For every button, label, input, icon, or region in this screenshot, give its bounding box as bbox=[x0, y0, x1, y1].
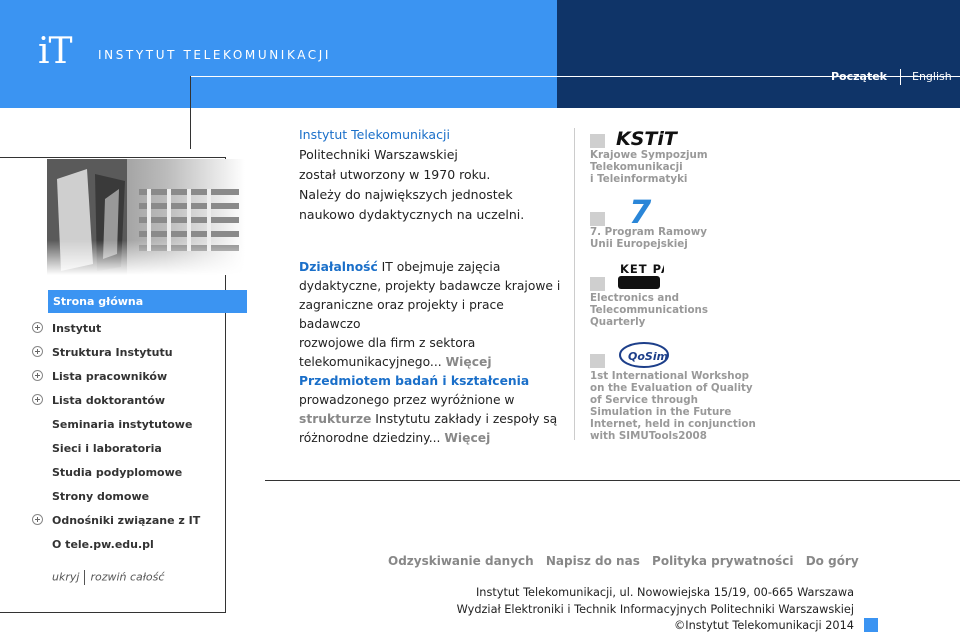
footer-link-contact[interactable]: Napisz do nas bbox=[546, 554, 640, 568]
sidebar-item-pracownicy[interactable]: Lista pracowników bbox=[52, 370, 167, 384]
sidebar-item-sieci[interactable]: Sieci i laboratoria bbox=[52, 442, 162, 456]
intro-text: Instytut Telekomunikacji Politechniki Wa… bbox=[299, 125, 569, 225]
ketpan-logo-text: KET PAN bbox=[620, 262, 664, 276]
footer-faculty: Wydział Elektroniki i Technik Informacyj… bbox=[456, 603, 854, 616]
rail-line: Simulation in the Future bbox=[590, 406, 732, 418]
rail-item-qosim[interactable]: 1st International Workshop on the Evalua… bbox=[590, 370, 756, 442]
research-section: Przedmiotem badań i kształcenia prowadzo… bbox=[299, 372, 564, 448]
footer-accent-square bbox=[864, 618, 878, 632]
research-heading-link[interactable]: Przedmiotem badań i kształcenia bbox=[299, 372, 564, 391]
expand-plus-icon[interactable] bbox=[32, 346, 43, 357]
rail-line: on the Evaluation of Quality bbox=[590, 382, 753, 394]
sidebar-item-doktoranci[interactable]: Lista doktorantów bbox=[52, 394, 165, 408]
rail-line: Krajowe Sympozjum bbox=[590, 149, 708, 161]
research-text: różnorodne dziedziny... bbox=[299, 431, 441, 445]
footer-divider bbox=[265, 480, 960, 481]
research-text: Instytutu zakłady i zespoły są bbox=[371, 412, 558, 426]
footer-address: Instytut Telekomunikacji, ul. Nowowiejsk… bbox=[475, 586, 854, 599]
nav-english-link[interactable]: English bbox=[912, 69, 952, 85]
bullet-square-icon bbox=[590, 354, 605, 368]
rail-line: Electronics and bbox=[590, 292, 680, 304]
nav-separator bbox=[900, 69, 901, 85]
structure-link[interactable]: strukturze bbox=[299, 412, 371, 426]
activity-text: rozwojowe dla firm z sektora bbox=[299, 336, 476, 350]
building-photo bbox=[47, 159, 245, 275]
qosim-logo-text: QoSim bbox=[628, 350, 668, 363]
activity-text: IT obejmuje zajęcia bbox=[377, 260, 501, 274]
bullet-square-icon bbox=[590, 277, 605, 291]
sidebar: Strona główna Instytut Struktura Instytu… bbox=[0, 157, 247, 613]
ketpan-logo[interactable]: KET PAN bbox=[616, 262, 664, 290]
footer-link-privacy[interactable]: Polityka prywatności bbox=[652, 554, 794, 568]
sidebar-item-about[interactable]: O tele.pw.edu.pl bbox=[52, 538, 154, 552]
collapse-link[interactable]: ukryj bbox=[52, 571, 79, 584]
rail-line: 1st International Workshop bbox=[590, 370, 750, 382]
expand-plus-icon[interactable] bbox=[32, 394, 43, 405]
sidebar-toggle: ukryj rozwiń całość bbox=[52, 570, 164, 585]
fp7-logo-text: 7 bbox=[629, 196, 652, 226]
activity-heading-link[interactable]: Działalność bbox=[299, 260, 378, 274]
rail-line: with SIMUTools2008 bbox=[590, 430, 707, 442]
activity-text: dydaktyczne, projekty badawcze krajowe i bbox=[299, 279, 561, 293]
bullet-square-icon bbox=[590, 212, 605, 226]
kstit-logo-text: KSTiT bbox=[616, 128, 678, 149]
sidebar-item-instytut[interactable]: Instytut bbox=[52, 322, 101, 336]
bullet-square-icon bbox=[590, 134, 605, 148]
sidebar-item-seminaria[interactable]: Seminaria instytutowe bbox=[52, 418, 192, 432]
intro-lead: Instytut Telekomunikacji bbox=[299, 127, 450, 142]
rail-item-ketpan[interactable]: Electronics and Telecommunications Quart… bbox=[590, 292, 708, 328]
footer-link-top[interactable]: Do góry bbox=[806, 554, 859, 568]
intro-line: Politechniki Warszawskiej bbox=[299, 147, 458, 162]
rail-line: Telecommunications bbox=[590, 304, 709, 316]
research-text: prowadzonego przez wyróżnione w bbox=[299, 393, 515, 407]
footer-copyright: ©Instytut Telekomunikacji 2014 bbox=[673, 619, 854, 632]
footer-nav: Odzyskiwanie danych Napisz do nas Polity… bbox=[388, 553, 867, 569]
activity-text: zagraniczne oraz projekty i prace badawc… bbox=[299, 298, 504, 331]
expand-plus-icon[interactable] bbox=[32, 322, 43, 333]
rail-line: Quarterly bbox=[590, 316, 646, 328]
nav-home-link[interactable]: Początek bbox=[831, 69, 887, 85]
sidebar-item-struktura[interactable]: Struktura Instytutu bbox=[52, 346, 173, 360]
expand-plus-icon[interactable] bbox=[32, 370, 43, 381]
intro-line: Należy do największych jednostek bbox=[299, 187, 513, 202]
logo[interactable]: iT bbox=[38, 32, 73, 72]
expand-plus-icon[interactable] bbox=[32, 514, 43, 525]
intro-line: został utworzony w 1970 roku. bbox=[299, 167, 491, 182]
footer-link-data-recovery[interactable]: Odzyskiwanie danych bbox=[388, 554, 534, 568]
header-connector bbox=[190, 76, 191, 149]
toggle-separator bbox=[84, 570, 86, 585]
header-banner-dark bbox=[557, 0, 960, 108]
rail-line: i Teleinformatyki bbox=[590, 173, 688, 185]
rail-line: 7. Program Ramowy bbox=[590, 226, 707, 238]
expand-all-link[interactable]: rozwiń całość bbox=[90, 571, 164, 584]
fp7-logo[interactable]: 7 bbox=[625, 196, 659, 226]
rail-line: Telekomunikacji bbox=[590, 161, 683, 173]
sidebar-item-home[interactable]: Strona główna bbox=[48, 290, 247, 313]
kstit-logo[interactable]: KSTiT bbox=[616, 127, 678, 149]
sidebar-item-odnosniki[interactable]: Odnośniki związane z IT bbox=[52, 514, 200, 528]
rail-item-fp7[interactable]: 7. Program Ramowy Unii Europejskiej bbox=[590, 226, 707, 250]
rail-divider bbox=[574, 128, 575, 440]
logo-text: INSTYTUT TELEKOMUNIKACJI bbox=[98, 48, 332, 62]
qosim-logo[interactable]: QoSim bbox=[616, 340, 682, 370]
rail-item-kstit[interactable]: Krajowe Sympozjum Telekomunikacji i Tele… bbox=[590, 149, 708, 185]
activity-section: Działalność IT obejmuje zajęcia dydaktyc… bbox=[299, 258, 564, 372]
research-more-link[interactable]: Więcej bbox=[444, 431, 490, 445]
activity-more-link[interactable]: Więcej bbox=[446, 355, 492, 369]
sidebar-item-strony[interactable]: Strony domowe bbox=[52, 490, 149, 504]
activity-text: telekomunikacyjnego... bbox=[299, 355, 442, 369]
rail-line: of Service through bbox=[590, 394, 698, 406]
rail-line: Internet, held in conjunction bbox=[590, 418, 756, 430]
sidebar-item-studia[interactable]: Studia podyplomowe bbox=[52, 466, 182, 480]
intro-line: naukowo dydaktycznych na uczelni. bbox=[299, 207, 525, 222]
rail-line: Unii Europejskiej bbox=[590, 238, 688, 250]
